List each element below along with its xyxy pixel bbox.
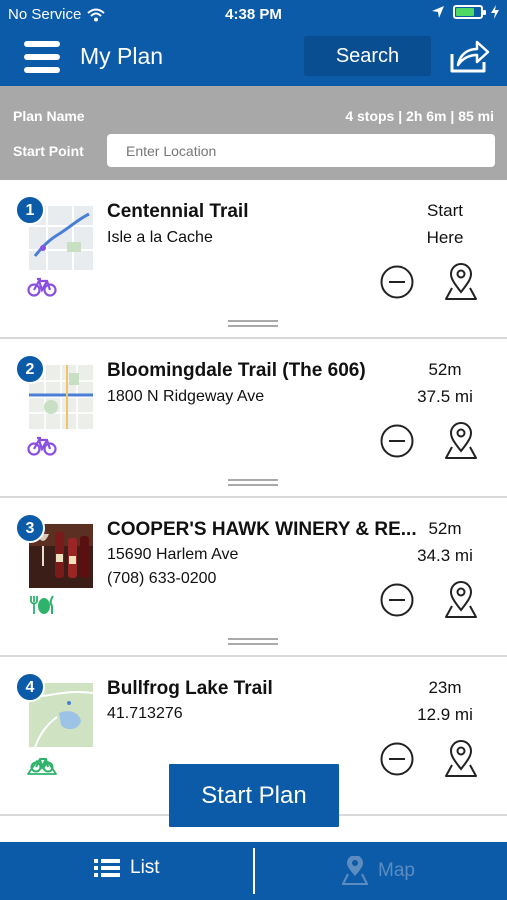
- mountain-bike-icon: [27, 758, 57, 775]
- remove-stop-icon[interactable]: [380, 424, 414, 458]
- stop-item[interactable]: 1 Centennial Trail Isle a la Cache Start…: [0, 180, 507, 339]
- stop-number-badge: 4: [15, 672, 45, 702]
- stop-distance: 37.5 mi: [417, 387, 473, 406]
- plan-info-bar: Plan Name 4 stops | 2h 6m | 85 mi Start …: [0, 86, 507, 180]
- stop-title[interactable]: Bloomingdale Trail (The 606): [107, 360, 366, 382]
- stop-phone[interactable]: (708) 633-0200: [107, 570, 216, 588]
- map-pin-icon[interactable]: [443, 580, 479, 620]
- share-icon[interactable]: [448, 38, 490, 74]
- stop-item[interactable]: 3 COOPER'S HAWK WINERY & RE... 15690 Har…: [0, 498, 507, 657]
- hamburger-icon[interactable]: [24, 39, 62, 75]
- plan-name-label[interactable]: Plan Name: [13, 108, 85, 124]
- tab-map[interactable]: Map: [342, 856, 415, 886]
- bike-icon: [27, 277, 57, 297]
- stop-coordinates: 41.713276: [107, 705, 183, 722]
- stop-title[interactable]: Bullfrog Lake Trail: [107, 678, 273, 700]
- stop-distance: 12.9 mi: [417, 705, 473, 724]
- search-button[interactable]: Search: [304, 36, 431, 76]
- stop-title[interactable]: Centennial Trail: [107, 201, 248, 223]
- stop-duration: Start: [427, 201, 463, 220]
- stop-address: 15690 Harlem Ave: [107, 546, 239, 563]
- tab-list-label: List: [130, 857, 160, 878]
- tab-map-label: Map: [378, 860, 415, 881]
- dining-icon: [30, 595, 54, 614]
- bottom-tab-bar: List Map: [0, 842, 507, 900]
- page-title: My Plan: [80, 43, 164, 69]
- drag-handle[interactable]: [228, 638, 278, 646]
- charging-icon: [491, 5, 499, 19]
- tab-list[interactable]: List: [94, 857, 160, 879]
- location-arrow-icon: [432, 6, 444, 18]
- stop-duration: 23m: [428, 678, 462, 697]
- stop-title[interactable]: COOPER'S HAWK WINERY & RE...: [107, 519, 417, 541]
- stop-duration: 52m: [428, 519, 462, 538]
- map-pin-icon[interactable]: [443, 262, 479, 302]
- start-location-input[interactable]: [107, 134, 495, 167]
- stop-number-badge: 3: [15, 513, 45, 543]
- drag-handle[interactable]: [228, 320, 278, 328]
- map-pin-icon: [342, 856, 368, 885]
- stop-number-badge: 2: [15, 354, 45, 384]
- remove-stop-icon[interactable]: [380, 742, 414, 776]
- start-point-label: Start Point: [13, 143, 84, 159]
- tab-divider: [253, 848, 255, 894]
- drag-handle[interactable]: [228, 479, 278, 487]
- stop-address: 1800 N Ridgeway Ave: [107, 388, 265, 405]
- stop-item[interactable]: 2 Bloomingdale Trail (The 606) 1800 N Ri…: [0, 339, 507, 498]
- remove-stop-icon[interactable]: [380, 583, 414, 617]
- map-pin-icon[interactable]: [443, 421, 479, 461]
- map-pin-icon[interactable]: [443, 739, 479, 779]
- app-header: My Plan Search: [0, 30, 507, 86]
- plan-summary: 4 stops | 2h 6m | 85 mi: [345, 108, 494, 124]
- stop-address: Isle a la Cache: [107, 229, 213, 246]
- battery-fill: [456, 8, 474, 16]
- remove-stop-icon[interactable]: [380, 265, 414, 299]
- stop-distance: 34.3 mi: [417, 546, 473, 565]
- status-right-group: [431, 5, 499, 19]
- battery-icon: [453, 5, 486, 19]
- stop-duration: 52m: [428, 360, 462, 379]
- start-plan-button[interactable]: Start Plan: [169, 764, 339, 827]
- status-bar: No Service 4:38 PM: [0, 0, 507, 30]
- bike-icon: [27, 436, 57, 456]
- stop-number-badge: 1: [15, 195, 45, 225]
- list-icon: [94, 859, 120, 877]
- stop-distance: Here: [426, 228, 464, 247]
